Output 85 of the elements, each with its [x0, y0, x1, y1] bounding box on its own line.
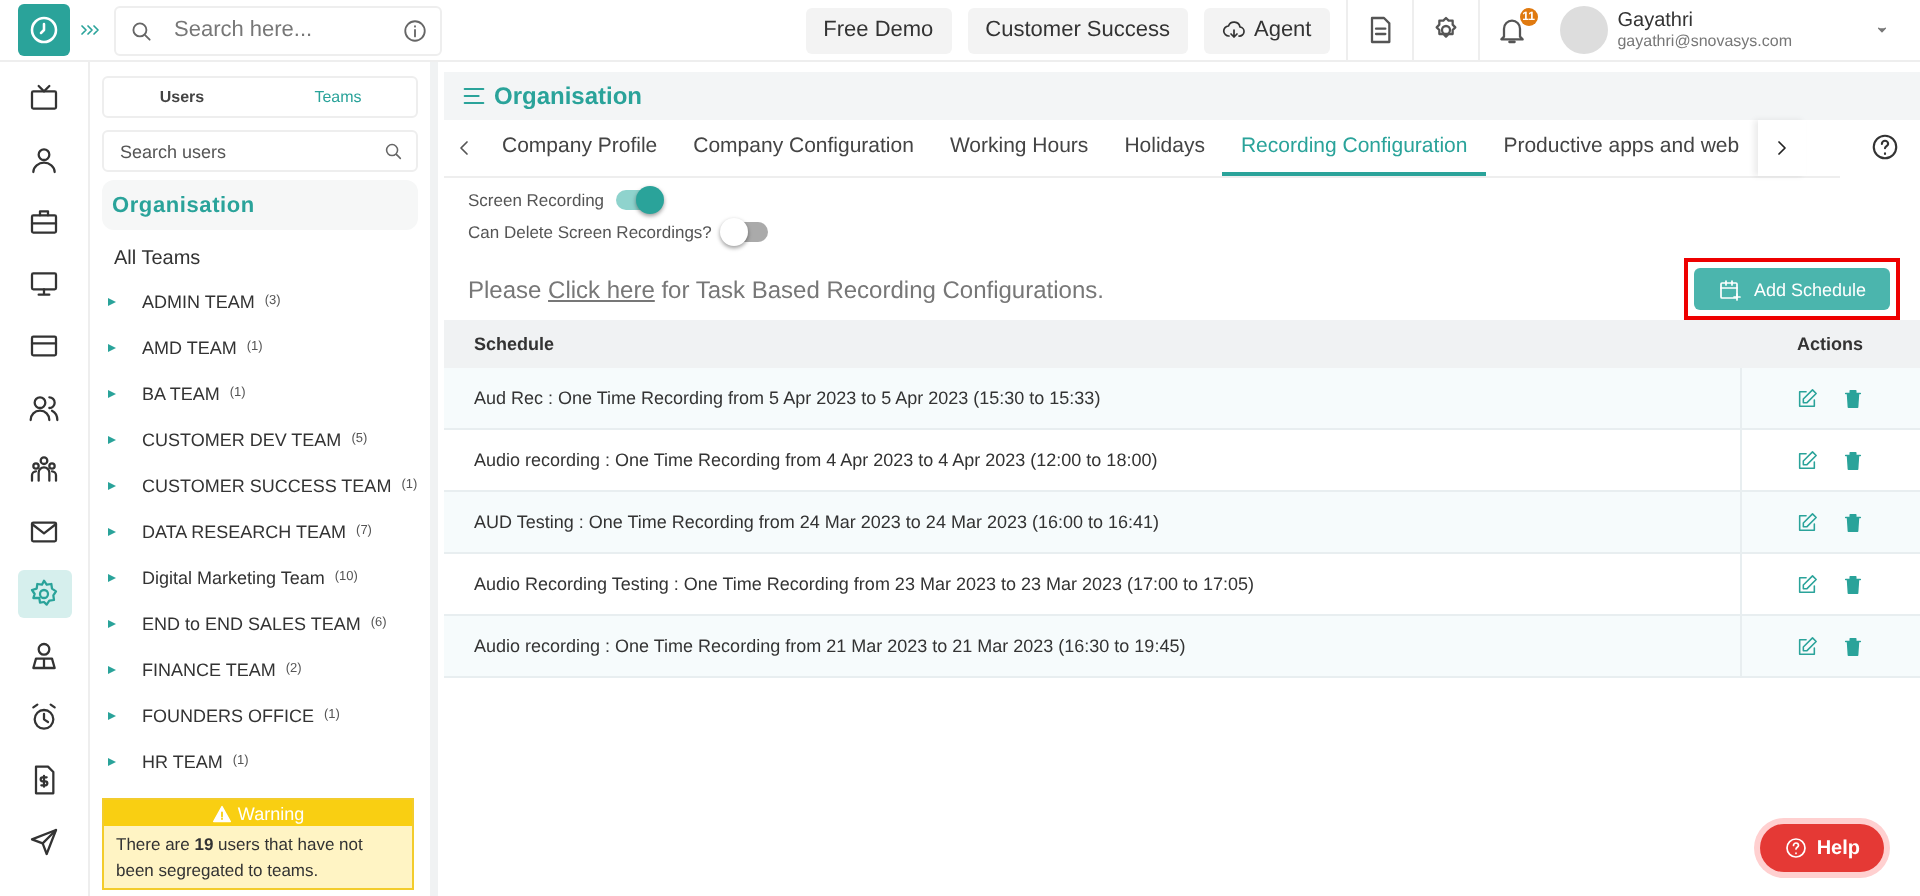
edit-icon — [1796, 449, 1819, 471]
toggle-label: Can Delete Screen Recordings? — [468, 222, 712, 242]
expand-triangle-icon[interactable] — [108, 757, 116, 765]
avatar — [1559, 6, 1608, 54]
tab[interactable]: Working Hours — [931, 120, 1107, 176]
column-header: Schedule — [444, 320, 1740, 368]
header-button[interactable]: Free Demo — [805, 7, 952, 53]
search-users-field[interactable]: Search users — [102, 130, 418, 172]
notice-text: Please Click here for Task Based Recording Configurations. — [468, 275, 1104, 303]
expand-triangle-icon[interactable] — [108, 665, 116, 673]
table-cell: Aud Rec : One Time Recording from 5 Apr 2023 to 5 Apr 2023 (15:30 to 15:33) — [444, 368, 1740, 429]
team-name[interactable]: END to END SALES TEAM — [142, 613, 361, 633]
page-title: Organisation — [494, 82, 643, 110]
column-header: Actions — [1740, 320, 1920, 368]
help-icon — [1870, 132, 1900, 162]
expand-triangle-icon[interactable] — [108, 481, 116, 489]
team-name[interactable]: CUSTOMER SUCCESS TEAM — [142, 475, 392, 495]
expand-triangle-icon[interactable] — [108, 297, 116, 305]
user-name: Gayathri — [1617, 10, 1696, 32]
toggle-label: Screen Recording — [468, 190, 605, 210]
expand-triangle-icon[interactable] — [108, 527, 116, 535]
edit-icon — [1796, 387, 1819, 409]
gear-icon — [28, 578, 60, 610]
team-name[interactable]: ADMIN TEAM — [142, 291, 255, 311]
calendar-plus-icon — [1717, 277, 1742, 301]
team-name[interactable]: DATA RESEARCH TEAM — [142, 521, 347, 541]
tab[interactable]: Holidays — [1106, 120, 1223, 176]
card-icon — [28, 330, 60, 362]
expand-triangle-icon[interactable] — [108, 389, 116, 397]
mail-icon — [28, 516, 60, 548]
header-button[interactable]: Customer Success — [967, 7, 1188, 53]
warning-title: Warning — [237, 803, 305, 824]
monitor-icon — [28, 268, 60, 300]
expand-triangle-icon[interactable] — [108, 573, 116, 581]
expand-triangle-icon[interactable] — [108, 435, 116, 443]
trash-icon — [1842, 635, 1865, 657]
expand-triangle-icon[interactable] — [108, 343, 116, 351]
search-icon — [382, 140, 404, 162]
trash-icon — [1842, 387, 1865, 409]
clock-icon — [26, 12, 62, 48]
team-name[interactable]: AMD TEAM — [142, 337, 237, 357]
edit-icon — [1796, 573, 1819, 595]
alarm-clock-icon — [28, 702, 60, 734]
team-name[interactable]: BA TEAM — [142, 383, 220, 403]
click-here-link[interactable]: Click here — [548, 275, 655, 303]
table-cell: AUD Testing : One Time Recording from 24 Mar 2023 to 24 Mar 2023 (16:00 to 16:41) — [444, 491, 1740, 553]
warning-text: There are 19 users that have not been segregated to teams. — [114, 832, 365, 884]
tab[interactable]: Productive apps and web — [1485, 120, 1758, 176]
trash-icon — [1842, 511, 1865, 533]
user-email: gayathri@snovasys.com — [1617, 32, 1792, 50]
trash-icon — [1842, 573, 1865, 595]
tv-icon — [28, 82, 60, 114]
tab[interactable]: Company Profile — [484, 120, 676, 176]
briefcase-icon — [28, 206, 60, 238]
toggle-switch[interactable] — [723, 222, 768, 242]
all-teams-link[interactable]: All Teams — [114, 248, 418, 270]
menu-icon — [460, 82, 488, 110]
search-icon — [128, 17, 154, 43]
expand-triangle-icon[interactable] — [108, 711, 116, 719]
header-button[interactable]: Agent — [1203, 7, 1330, 53]
sidebar-tab[interactable]: Users — [104, 78, 260, 116]
team-name[interactable]: FOUNDERS OFFICE — [142, 705, 315, 725]
info-icon — [402, 17, 428, 43]
tab[interactable]: Company Configuration — [675, 120, 932, 176]
edit-icon — [1796, 511, 1819, 533]
trash-icon — [1842, 449, 1865, 471]
expand-triangle-icon[interactable] — [108, 619, 116, 627]
person-icon — [28, 640, 60, 672]
team-name[interactable]: HR TEAM — [142, 751, 223, 771]
users-icon — [28, 392, 60, 424]
user-icon — [28, 144, 60, 176]
team-name[interactable]: FINANCE TEAM — [142, 659, 276, 679]
toggle-switch[interactable] — [616, 190, 661, 210]
team-icon — [28, 454, 60, 486]
help-icon — [1784, 836, 1809, 860]
team-name[interactable]: CUSTOMER DEV TEAM — [142, 429, 342, 449]
help-button[interactable]: Help — [1760, 824, 1884, 872]
section-title: Organisation — [112, 193, 255, 217]
edit-icon — [1796, 635, 1819, 657]
search-field[interactable]: Search here... — [114, 5, 442, 55]
table-cell: Audio recording : One Time Recording from 21 Mar 2023 to 21 Mar 2023 (16:30 to 19:45) — [444, 615, 1740, 677]
app-logo[interactable] — [18, 4, 70, 56]
send-icon — [28, 826, 60, 858]
team-name[interactable]: Digital Marketing Team — [142, 567, 325, 587]
cloud-icon — [1221, 18, 1246, 42]
